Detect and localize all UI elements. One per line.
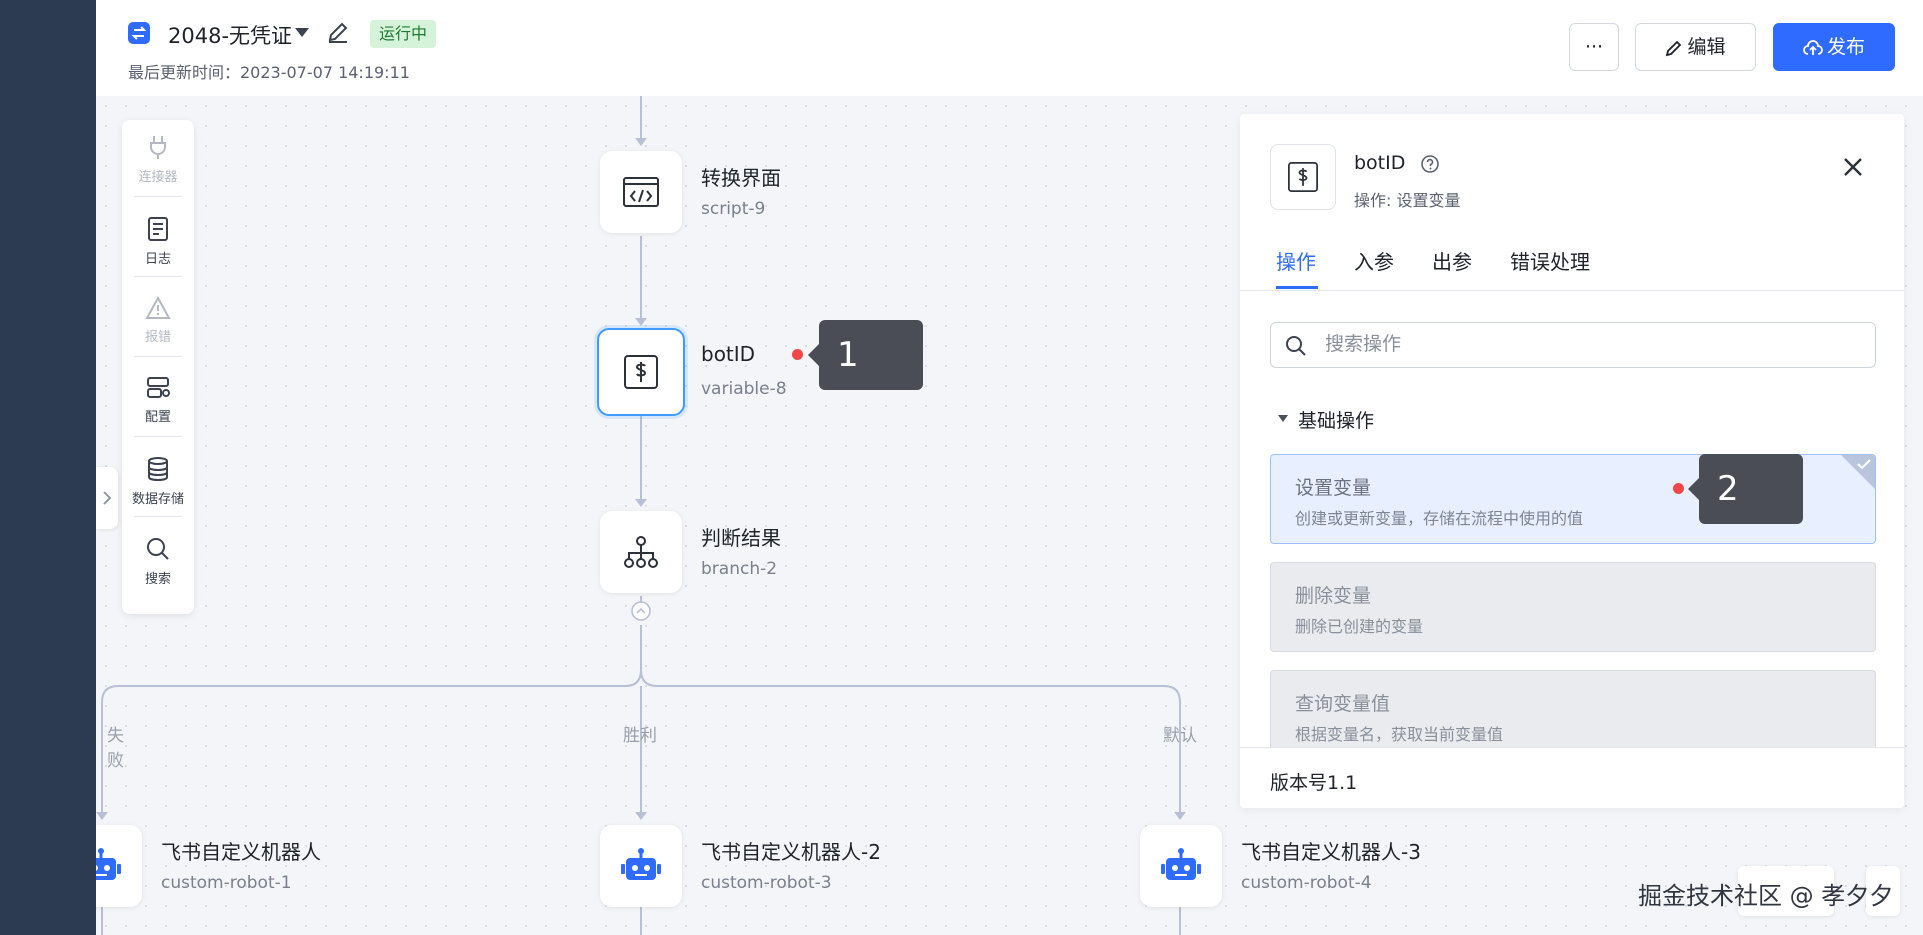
node-id: script-9 [701,199,766,219]
tool-divider [134,196,182,197]
node-name: 判断结果 [701,526,781,550]
tool-label: 连接器 [138,170,178,185]
tool-divider [134,436,182,437]
collapse-branch-icon [631,601,651,621]
variable-dollar-icon [624,355,658,389]
robot-icon [621,848,661,880]
tab-output-params[interactable]: 出参 [1432,246,1472,275]
tool-search[interactable]: 搜索 [122,536,194,587]
tool-divider [134,516,182,517]
tabs-divider [1240,290,1904,291]
node-id: variable-8 [701,379,787,399]
panel-node-icon [1270,144,1336,210]
log-icon [148,217,168,241]
flow-node-branch[interactable] [600,511,682,593]
operation-card-query-variable[interactable]: 查询变量值 根据变量名，获取当前变量值 [1270,670,1876,747]
flow-node-variable[interactable] [597,328,685,416]
database-icon [148,457,168,482]
tab-input-params[interactable]: 入参 [1354,246,1394,275]
tab-operation[interactable]: 操作 [1276,246,1316,275]
operation-title: 删除变量 [1295,585,1372,607]
operation-card-delete-variable[interactable]: 删除变量 删除已创建的变量 [1270,562,1876,652]
operation-desc: 根据变量名，获取当前变量值 [1295,725,1504,744]
tool-label: 配置 [144,410,171,425]
variable-dollar-icon [1288,162,1318,192]
close-icon[interactable] [1842,156,1864,178]
flow-node-robot-2[interactable] [600,825,682,907]
operation-title: 查询变量值 [1295,693,1391,715]
expand-panel-handle[interactable] [96,467,118,529]
tool-config[interactable]: 配置 [122,376,194,425]
tool-label: 搜索 [144,572,171,587]
tool-connector[interactable]: 连接器 [122,134,194,185]
flow-node-robot-3[interactable] [1140,825,1222,907]
active-tab-indicator [1276,286,1318,289]
search-input[interactable] [1323,332,1847,356]
tab-error-handling[interactable]: 错误处理 [1510,246,1590,275]
node-id: custom-robot-1 [161,873,292,893]
operation-search [1270,322,1876,368]
tool-log[interactable]: 日志 [122,216,194,267]
panel-title: botID [1354,152,1406,174]
footer-divider [1240,747,1904,748]
branch-label-win: 胜利 [623,726,657,746]
flow-node-robot-1[interactable] [60,825,142,907]
node-name: 飞书自定义机器人 [161,840,321,864]
node-id: custom-robot-4 [1241,873,1372,893]
warning-icon [145,296,171,319]
config-icon [147,377,170,398]
caret-down-icon[interactable] [1278,415,1288,422]
robot-icon [1161,848,1201,880]
help-icon[interactable] [1420,154,1440,174]
callout-dot [1673,483,1684,494]
callout-dot [792,349,803,360]
branch-label-default: 默认 [1163,726,1197,746]
plug-icon [150,136,166,159]
node-name: botID [701,342,756,366]
node-name: 飞书自定义机器人-2 [701,840,881,864]
step-callout: 2 [1688,454,1803,524]
code-icon [623,177,659,207]
tool-divider [134,356,182,357]
flow-node-script[interactable] [600,151,682,233]
node-name: 转换界面 [701,166,781,190]
branch-label-fail: 失败 [107,726,124,771]
node-config-panel: botID 操作: 设置变量 操作 入参 出参 错误处理 基础操作 设置变量 创… [1240,114,1904,808]
operation-desc: 删除已创建的变量 [1295,617,1424,636]
watermark: 掘金技术社区 @ 孝夕夕 [1638,882,1894,910]
node-id: custom-robot-3 [701,873,832,893]
search-icon [1285,335,1307,357]
tool-panel: 连接器 日志 报错 配置 数据存储 搜索 [122,120,194,614]
tool-label: 数据存储 [131,492,184,507]
search-icon [147,538,169,560]
step-callout: 1 [808,320,923,390]
chevron-right-icon [103,491,112,505]
node-name: 飞书自定义机器人-3 [1241,840,1421,864]
panel-subtitle: 操作: 设置变量 [1354,191,1461,210]
tool-data-storage[interactable]: 数据存储 [122,456,194,507]
operation-desc: 创建或更新变量，存储在流程中使用的值 [1295,509,1584,528]
tool-divider [134,276,182,277]
version-text: 版本号1.1 [1270,772,1358,794]
tool-label: 日志 [144,252,171,267]
node-id: branch-2 [701,559,778,579]
robot-icon [81,848,121,880]
tool-label: 报错 [144,330,171,345]
check-icon [1857,459,1871,470]
tool-error[interactable]: 报错 [122,296,194,345]
branch-icon [624,536,658,568]
group-title[interactable]: 基础操作 [1298,406,1374,433]
operation-title: 设置变量 [1295,477,1372,499]
